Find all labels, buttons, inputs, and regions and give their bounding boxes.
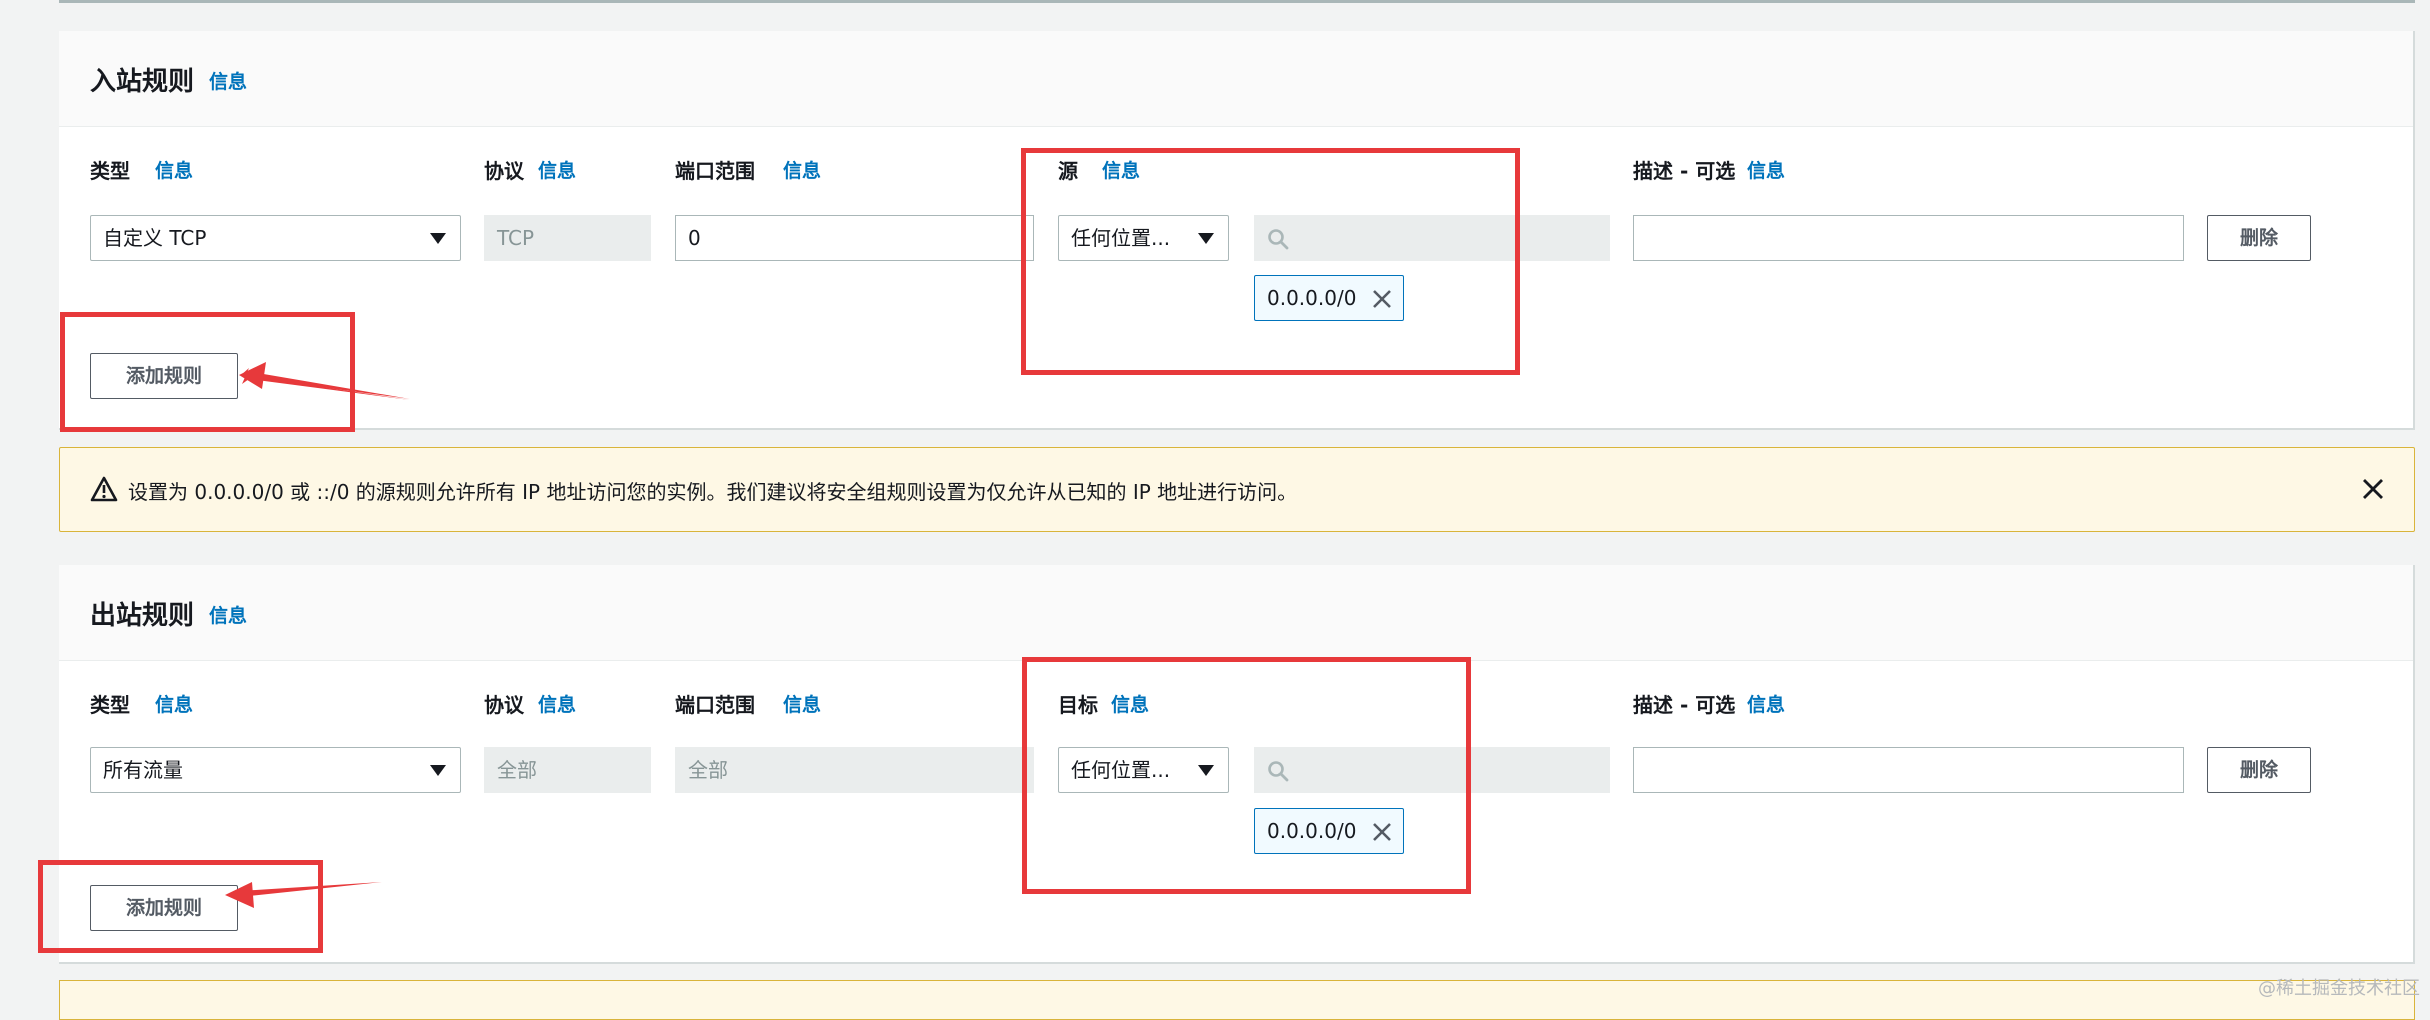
annotation-arrows bbox=[225, 362, 410, 908]
annotation-arrow-inbound-head bbox=[239, 362, 266, 389]
watermark: @稀土掘金技术社区 bbox=[2258, 978, 2420, 999]
annotation-arrow-outbound-head bbox=[225, 882, 254, 908]
annotation-arrow-inbound-shaft bbox=[252, 372, 410, 399]
annotation-arrow-outbound-shaft bbox=[240, 882, 382, 897]
